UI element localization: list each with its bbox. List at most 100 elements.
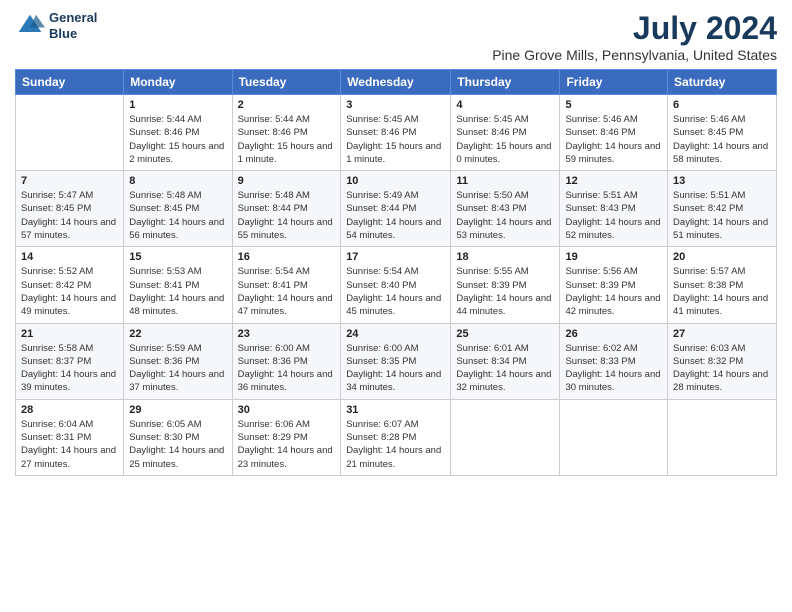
col-tuesday: Tuesday (232, 70, 341, 95)
cell-info: Sunrise: 5:44 AMSunset: 8:46 PMDaylight:… (129, 113, 226, 166)
table-row: 1 Sunrise: 5:44 AMSunset: 8:46 PMDayligh… (124, 95, 232, 171)
cell-info: Sunrise: 5:51 AMSunset: 8:42 PMDaylight:… (673, 189, 771, 242)
table-row: 26 Sunrise: 6:02 AMSunset: 8:33 PMDaylig… (560, 323, 668, 399)
cell-info: Sunrise: 6:07 AMSunset: 8:28 PMDaylight:… (346, 418, 445, 471)
cell-date: 23 (238, 328, 336, 340)
cell-date: 3 (346, 99, 445, 111)
cell-date: 25 (456, 328, 554, 340)
header-row: Sunday Monday Tuesday Wednesday Thursday… (16, 70, 777, 95)
cell-date: 10 (346, 175, 445, 187)
cell-info: Sunrise: 6:00 AMSunset: 8:35 PMDaylight:… (346, 342, 445, 395)
table-row: 7 Sunrise: 5:47 AMSunset: 8:45 PMDayligh… (16, 171, 124, 247)
table-row: 9 Sunrise: 5:48 AMSunset: 8:44 PMDayligh… (232, 171, 341, 247)
week-row-4: 28 Sunrise: 6:04 AMSunset: 8:31 PMDaylig… (16, 399, 777, 475)
cell-date: 17 (346, 251, 445, 263)
cell-date: 21 (21, 328, 118, 340)
col-thursday: Thursday (451, 70, 560, 95)
logo-line1: General (49, 10, 97, 26)
cell-info: Sunrise: 5:51 AMSunset: 8:43 PMDaylight:… (565, 189, 662, 242)
cell-info: Sunrise: 5:55 AMSunset: 8:39 PMDaylight:… (456, 265, 554, 318)
week-row-2: 14 Sunrise: 5:52 AMSunset: 8:42 PMDaylig… (16, 247, 777, 323)
week-row-0: 1 Sunrise: 5:44 AMSunset: 8:46 PMDayligh… (16, 95, 777, 171)
cell-date: 22 (129, 328, 226, 340)
cell-info: Sunrise: 5:56 AMSunset: 8:39 PMDaylight:… (565, 265, 662, 318)
cell-date: 4 (456, 99, 554, 111)
cell-info: Sunrise: 5:47 AMSunset: 8:45 PMDaylight:… (21, 189, 118, 242)
table-row: 6 Sunrise: 5:46 AMSunset: 8:45 PMDayligh… (668, 95, 777, 171)
table-row: 12 Sunrise: 5:51 AMSunset: 8:43 PMDaylig… (560, 171, 668, 247)
table-row: 29 Sunrise: 6:05 AMSunset: 8:30 PMDaylig… (124, 399, 232, 475)
col-monday: Monday (124, 70, 232, 95)
table-row: 18 Sunrise: 5:55 AMSunset: 8:39 PMDaylig… (451, 247, 560, 323)
cell-date: 12 (565, 175, 662, 187)
cell-info: Sunrise: 5:58 AMSunset: 8:37 PMDaylight:… (21, 342, 118, 395)
cell-info: Sunrise: 5:52 AMSunset: 8:42 PMDaylight:… (21, 265, 118, 318)
cell-date: 31 (346, 404, 445, 416)
table-row: 3 Sunrise: 5:45 AMSunset: 8:46 PMDayligh… (341, 95, 451, 171)
logo-text: General Blue (49, 10, 97, 41)
cell-date: 8 (129, 175, 226, 187)
table-row: 8 Sunrise: 5:48 AMSunset: 8:45 PMDayligh… (124, 171, 232, 247)
cell-date: 7 (21, 175, 118, 187)
table-row: 19 Sunrise: 5:56 AMSunset: 8:39 PMDaylig… (560, 247, 668, 323)
table-row: 4 Sunrise: 5:45 AMSunset: 8:46 PMDayligh… (451, 95, 560, 171)
cell-info: Sunrise: 5:50 AMSunset: 8:43 PMDaylight:… (456, 189, 554, 242)
cell-info: Sunrise: 5:45 AMSunset: 8:46 PMDaylight:… (346, 113, 445, 166)
table-row: 10 Sunrise: 5:49 AMSunset: 8:44 PMDaylig… (341, 171, 451, 247)
cell-info: Sunrise: 6:06 AMSunset: 8:29 PMDaylight:… (238, 418, 336, 471)
cell-date: 5 (565, 99, 662, 111)
week-row-3: 21 Sunrise: 5:58 AMSunset: 8:37 PMDaylig… (16, 323, 777, 399)
cell-info: Sunrise: 5:46 AMSunset: 8:46 PMDaylight:… (565, 113, 662, 166)
cell-info: Sunrise: 5:48 AMSunset: 8:45 PMDaylight:… (129, 189, 226, 242)
table-row (560, 399, 668, 475)
cell-info: Sunrise: 5:54 AMSunset: 8:41 PMDaylight:… (238, 265, 336, 318)
calendar-table: Sunday Monday Tuesday Wednesday Thursday… (15, 69, 777, 476)
cell-date: 15 (129, 251, 226, 263)
cell-info: Sunrise: 5:46 AMSunset: 8:45 PMDaylight:… (673, 113, 771, 166)
table-row: 13 Sunrise: 5:51 AMSunset: 8:42 PMDaylig… (668, 171, 777, 247)
table-row: 11 Sunrise: 5:50 AMSunset: 8:43 PMDaylig… (451, 171, 560, 247)
cell-date: 14 (21, 251, 118, 263)
cell-date: 27 (673, 328, 771, 340)
table-row: 20 Sunrise: 5:57 AMSunset: 8:38 PMDaylig… (668, 247, 777, 323)
cell-date: 26 (565, 328, 662, 340)
table-row: 23 Sunrise: 6:00 AMSunset: 8:36 PMDaylig… (232, 323, 341, 399)
cell-date: 2 (238, 99, 336, 111)
table-row: 5 Sunrise: 5:46 AMSunset: 8:46 PMDayligh… (560, 95, 668, 171)
table-row: 31 Sunrise: 6:07 AMSunset: 8:28 PMDaylig… (341, 399, 451, 475)
table-row: 25 Sunrise: 6:01 AMSunset: 8:34 PMDaylig… (451, 323, 560, 399)
col-saturday: Saturday (668, 70, 777, 95)
logo-line2: Blue (49, 26, 97, 42)
cell-date: 30 (238, 404, 336, 416)
cell-info: Sunrise: 5:48 AMSunset: 8:44 PMDaylight:… (238, 189, 336, 242)
cell-date: 16 (238, 251, 336, 263)
logo-icon (15, 11, 45, 41)
table-row: 15 Sunrise: 5:53 AMSunset: 8:41 PMDaylig… (124, 247, 232, 323)
cell-date: 28 (21, 404, 118, 416)
table-row: 27 Sunrise: 6:03 AMSunset: 8:32 PMDaylig… (668, 323, 777, 399)
cell-date: 9 (238, 175, 336, 187)
table-row: 30 Sunrise: 6:06 AMSunset: 8:29 PMDaylig… (232, 399, 341, 475)
cell-date: 1 (129, 99, 226, 111)
week-row-1: 7 Sunrise: 5:47 AMSunset: 8:45 PMDayligh… (16, 171, 777, 247)
col-wednesday: Wednesday (341, 70, 451, 95)
cell-info: Sunrise: 5:45 AMSunset: 8:46 PMDaylight:… (456, 113, 554, 166)
table-row (668, 399, 777, 475)
logo: General Blue (15, 10, 97, 41)
table-row: 2 Sunrise: 5:44 AMSunset: 8:46 PMDayligh… (232, 95, 341, 171)
title-block: July 2024 Pine Grove Mills, Pennsylvania… (492, 10, 777, 63)
cell-date: 18 (456, 251, 554, 263)
cell-info: Sunrise: 5:57 AMSunset: 8:38 PMDaylight:… (673, 265, 771, 318)
table-row (451, 399, 560, 475)
cell-date: 19 (565, 251, 662, 263)
col-sunday: Sunday (16, 70, 124, 95)
cell-date: 6 (673, 99, 771, 111)
cell-date: 20 (673, 251, 771, 263)
table-row: 21 Sunrise: 5:58 AMSunset: 8:37 PMDaylig… (16, 323, 124, 399)
cell-info: Sunrise: 5:44 AMSunset: 8:46 PMDaylight:… (238, 113, 336, 166)
table-row: 24 Sunrise: 6:00 AMSunset: 8:35 PMDaylig… (341, 323, 451, 399)
col-friday: Friday (560, 70, 668, 95)
cell-info: Sunrise: 6:01 AMSunset: 8:34 PMDaylight:… (456, 342, 554, 395)
table-row (16, 95, 124, 171)
table-row: 14 Sunrise: 5:52 AMSunset: 8:42 PMDaylig… (16, 247, 124, 323)
